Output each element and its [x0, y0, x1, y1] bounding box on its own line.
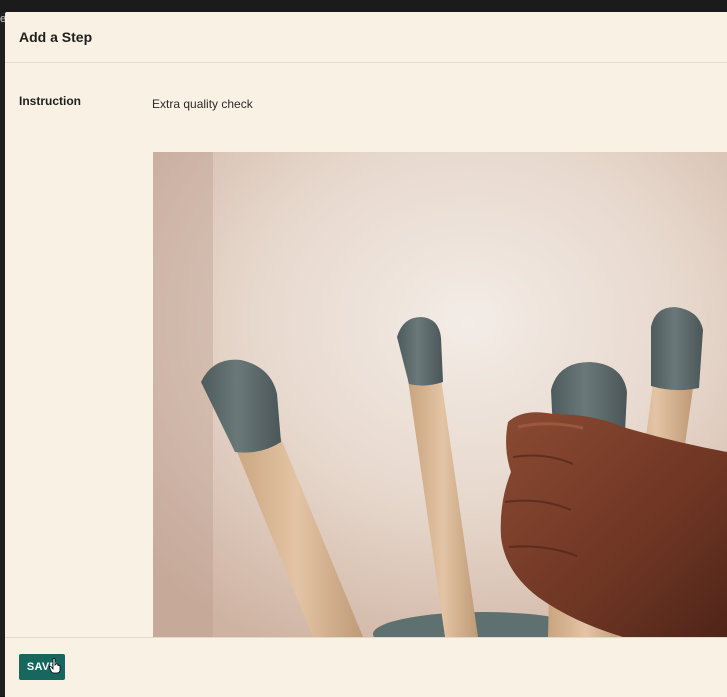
backdrop-top-bar [0, 0, 727, 12]
dialog-footer: SAVE [5, 637, 727, 697]
add-step-dialog: Add a Step Instruction Extra quality che… [5, 12, 727, 697]
dialog-header: Add a Step [5, 12, 727, 63]
dialog-title: Add a Step [19, 29, 93, 45]
instruction-value: Extra quality check [152, 97, 253, 111]
save-button[interactable]: SAVE [19, 654, 65, 680]
step-photo [153, 152, 727, 637]
instruction-label: Instruction [19, 94, 81, 108]
photo-shadow-left [153, 152, 213, 637]
